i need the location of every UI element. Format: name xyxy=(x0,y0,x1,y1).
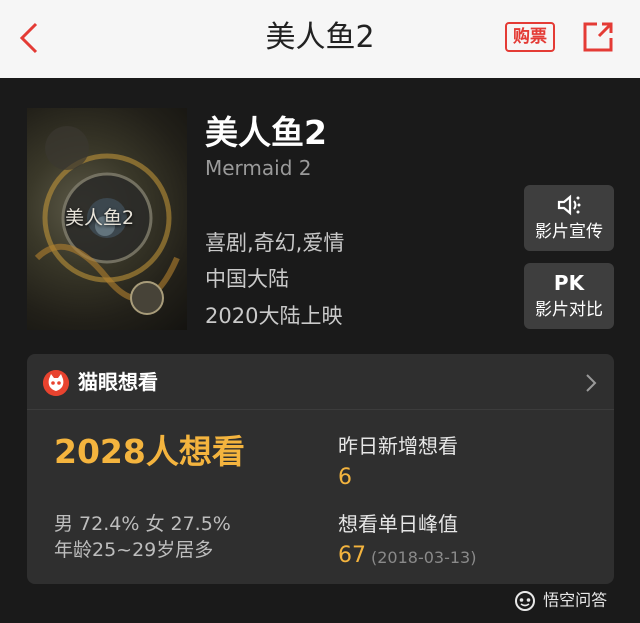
movie-release: 2020大陆上映 xyxy=(205,304,343,328)
watermark-text: 悟空问答 xyxy=(543,590,608,610)
peak-day-date: (2018-03-13) xyxy=(371,548,477,567)
peak-day-label: 想看单日峰值 xyxy=(338,512,458,536)
movie-poster[interactable]: 美人鱼2 xyxy=(27,108,187,330)
movie-region: 中国大陆 xyxy=(205,267,289,291)
buy-ticket-button[interactable]: 购票 xyxy=(505,22,555,52)
yesterday-new-value: 6 xyxy=(338,465,352,490)
movie-detail-panel: 美人鱼2 美人鱼2 Mermaid 2 喜剧,奇幻,爱情 中国大陆 2020大陆… xyxy=(0,78,640,623)
top-nav-bar: 美人鱼2 购票 xyxy=(0,0,640,78)
movie-title: 美人鱼2 xyxy=(205,113,327,152)
want-card-title: 猫眼想看 xyxy=(78,370,158,394)
want-card-header[interactable]: 猫眼想看 xyxy=(27,354,614,410)
wukong-logo-icon xyxy=(515,590,535,611)
poster-title-text: 美人鱼2 xyxy=(65,207,135,229)
peak-day-value: 67 xyxy=(338,543,366,568)
cat-eye-logo-icon xyxy=(43,370,69,396)
movie-genres: 喜剧,奇幻,爱情 xyxy=(205,231,345,255)
compare-button[interactable]: PK 影片对比 xyxy=(524,263,614,329)
movie-english-title: Mermaid 2 xyxy=(205,156,312,180)
promo-button-label: 影片宣传 xyxy=(535,222,603,242)
speaker-icon xyxy=(557,194,581,216)
compare-button-label: 影片对比 xyxy=(535,300,603,320)
share-icon[interactable] xyxy=(581,20,615,54)
promo-button[interactable]: 影片宣传 xyxy=(524,185,614,251)
watermark: 悟空问答 xyxy=(512,586,607,614)
chevron-right-icon[interactable] xyxy=(585,372,597,394)
gender-ratio: 男 72.4% 女 27.5% xyxy=(54,513,231,535)
pk-icon: PK xyxy=(553,271,585,295)
age-range: 年龄25~29岁居多 xyxy=(54,539,214,561)
want-count: 2028人想看 xyxy=(54,432,245,471)
want-to-see-card[interactable]: 猫眼想看 2028人想看 男 72.4% 女 27.5% 年龄25~29岁居多 … xyxy=(27,354,614,584)
yesterday-new-label: 昨日新增想看 xyxy=(338,434,458,458)
